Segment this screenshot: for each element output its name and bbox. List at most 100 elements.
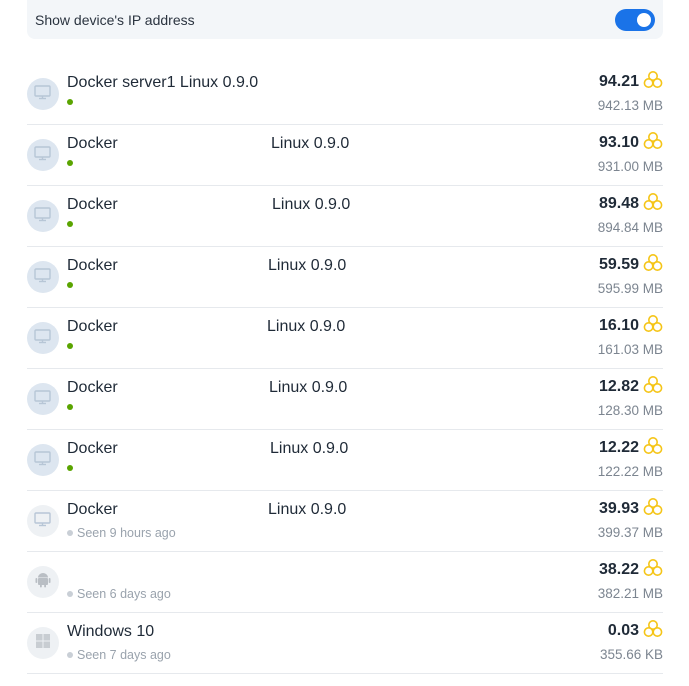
device-name: Docker [67, 379, 118, 396]
device-status [67, 99, 73, 105]
online-dot [67, 160, 73, 166]
device-avatar [27, 322, 59, 354]
device-row[interactable]: Docker server1 Linux 0.9.0 94.21 942.13 MB [27, 64, 663, 125]
device-avatar [27, 261, 59, 293]
traffic-size: 122.22 MB [597, 464, 663, 479]
earnings-value: 12.22 [598, 439, 639, 456]
earnings-value: 89.48 [598, 195, 639, 212]
online-dot [67, 404, 73, 410]
online-dot [67, 282, 73, 288]
device-avatar [27, 627, 59, 659]
device-row[interactable]: Docker Linux 0.9.0 12.82 128.30 MB [27, 369, 663, 430]
device-row[interactable]: Docker Linux 0.9.0 93.10 931.00 MB [27, 125, 663, 186]
monitor-icon [34, 144, 52, 167]
device-status [67, 465, 73, 471]
device-name: Docker [67, 196, 118, 213]
device-status [67, 221, 73, 227]
coin-icon [643, 131, 663, 151]
traffic-size: 942.13 MB [597, 98, 663, 113]
device-status [67, 282, 73, 288]
windows-icon [34, 632, 52, 655]
coin-icon [643, 314, 663, 334]
monitor-icon [34, 327, 52, 350]
earnings-value: 94.21 [598, 73, 639, 90]
device-name: Docker server1 Linux 0.9.0 [67, 74, 259, 91]
toggle-knob [637, 12, 651, 27]
traffic-size: 128.30 MB [597, 403, 663, 418]
device-row[interactable]: Docker Linux 0.9.0 89.48 894.84 MB [27, 186, 663, 247]
device-avatar [27, 505, 59, 537]
traffic-size: 595.99 MB [597, 281, 663, 296]
traffic-size: 355.66 KB [599, 647, 663, 662]
earnings-value: 16.10 [598, 317, 639, 334]
last-seen-text: Seen 6 days ago [77, 587, 171, 601]
last-seen-text: Seen 7 days ago [77, 648, 171, 662]
coin-icon [643, 70, 663, 90]
device-name: Docker [67, 440, 118, 457]
device-avatar [27, 139, 59, 171]
device-row[interactable]: Seen 6 days ago 38.22 382.21 MB [27, 552, 663, 613]
online-dot [67, 465, 73, 471]
monitor-icon [34, 449, 52, 472]
coin-icon [643, 253, 663, 273]
coin-icon [643, 497, 663, 517]
earnings-value: 93.10 [598, 134, 639, 151]
earnings-value: 38.22 [598, 561, 639, 578]
monitor-icon [34, 510, 52, 533]
show-ip-label: Show device's IP address [35, 11, 195, 28]
device-status: Seen 7 days ago [67, 648, 171, 662]
device-os: Linux 0.9.0 [270, 440, 349, 457]
device-name: Docker [67, 318, 118, 335]
offline-dot [67, 652, 73, 658]
earnings-value: 0.03 [607, 622, 639, 639]
device-status: Seen 6 days ago [67, 587, 171, 601]
last-seen-text: Seen 9 hours ago [77, 526, 176, 540]
online-dot [67, 343, 73, 349]
device-avatar [27, 200, 59, 232]
traffic-size: 382.21 MB [597, 586, 663, 601]
device-avatar [27, 383, 59, 415]
coin-icon [643, 558, 663, 578]
coin-icon [643, 436, 663, 456]
earnings-value: 39.93 [598, 500, 639, 517]
device-avatar [27, 78, 59, 110]
traffic-size: 161.03 MB [597, 342, 663, 357]
device-status [67, 160, 73, 166]
coin-icon [643, 192, 663, 212]
device-row[interactable]: Docker Linux 0.9.0 16.10 161.03 MB [27, 308, 663, 369]
device-name: Docker [67, 257, 118, 274]
traffic-size: 399.37 MB [597, 525, 663, 540]
device-os: Linux 0.9.0 [267, 318, 346, 335]
device-row[interactable]: Windows 10 Seen 7 days ago 0.03 355.66 KB [27, 613, 663, 674]
device-row[interactable]: Docker Linux 0.9.0 Seen 9 hours ago 39.93 39… [27, 491, 663, 552]
monitor-icon [34, 388, 52, 411]
device-os: Linux 0.9.0 [272, 196, 351, 213]
online-dot [67, 99, 73, 105]
device-status: Seen 9 hours ago [67, 526, 176, 540]
device-os: Linux 0.9.0 [271, 135, 350, 152]
device-status [67, 404, 73, 410]
monitor-icon [34, 83, 52, 106]
show-ip-toggle[interactable] [615, 8, 655, 31]
coin-icon [643, 619, 663, 639]
device-row[interactable]: Docker Linux 0.9.0 12.22 122.22 MB [27, 430, 663, 491]
android-icon [34, 571, 52, 594]
offline-dot [67, 591, 73, 597]
device-row[interactable]: Docker Linux 0.9.0 59.59 595.99 MB [27, 247, 663, 308]
device-name: Windows 10 [67, 623, 155, 640]
offline-dot [67, 530, 73, 536]
device-status [67, 343, 73, 349]
device-os: Linux 0.9.0 [268, 501, 347, 518]
device-name: Docker [67, 135, 118, 152]
earnings-value: 12.82 [598, 378, 639, 395]
traffic-size: 894.84 MB [597, 220, 663, 235]
coin-icon [643, 375, 663, 395]
device-avatar [27, 566, 59, 598]
earnings-value: 59.59 [598, 256, 639, 273]
device-os: Linux 0.9.0 [268, 257, 347, 274]
monitor-icon [34, 266, 52, 289]
device-list: Docker server1 Linux 0.9.0 94.21 942.13 MB… [27, 64, 663, 674]
show-ip-setting: Show device's IP address [27, 0, 663, 39]
traffic-size: 931.00 MB [597, 159, 663, 174]
monitor-icon [34, 205, 52, 228]
